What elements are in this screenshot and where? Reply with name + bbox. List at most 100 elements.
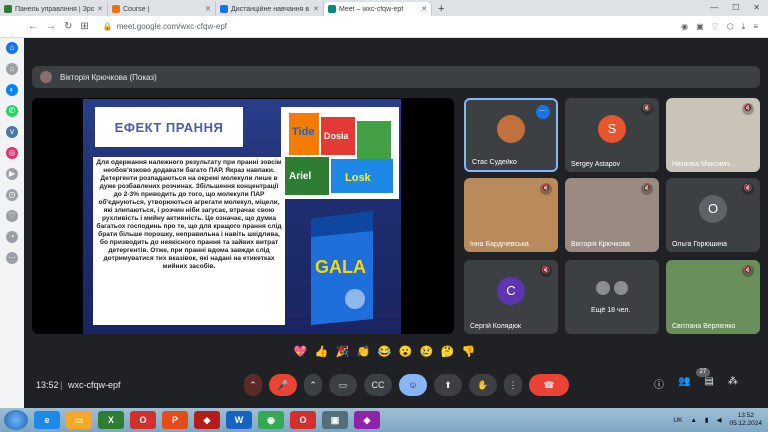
side-controls: ⓘ 👥 ▤ ⁂ <box>654 376 738 391</box>
participant-name: Стас Судейко <box>472 159 517 166</box>
minimize-icon[interactable]: — <box>710 0 718 16</box>
tray-clock[interactable]: 13:52 05.12.2024 <box>729 412 762 428</box>
participant-tile[interactable]: О 🔇 Ольга Горюшина <box>666 178 760 252</box>
participant-tile[interactable]: 🔇 Світлана Верлієнко <box>666 260 760 334</box>
tab-title: Панель управління | Зро <box>15 5 95 13</box>
mic-off-button[interactable]: 🎤 <box>269 374 297 396</box>
people-icon[interactable]: 👥 <box>678 376 690 391</box>
app-icon[interactable]: ◆ <box>194 411 220 429</box>
reaction-thumbs-up[interactable]: 👍 <box>313 345 330 358</box>
chat-icon[interactable]: ▤ <box>704 376 713 391</box>
reaction-thinking[interactable]: 🤔 <box>439 345 456 358</box>
volume-icon[interactable]: ◀ <box>716 416 721 424</box>
back-icon[interactable]: ← <box>28 21 38 32</box>
home-icon[interactable]: ⌂ <box>6 42 18 54</box>
more-icon[interactable]: ⋯ <box>6 252 18 264</box>
participant-tile[interactable]: С 🔇 Сергій Колядюк <box>464 260 558 334</box>
start-button[interactable] <box>4 410 28 430</box>
tab-meet[interactable]: Meet – wxc-cfqw-epf ✕ <box>324 2 432 16</box>
call-controls: ⌃ 🎤 ⌃ ▭ CC ☺ ⬆ ✋ ⋮ ☎ <box>244 374 569 396</box>
presenter-name: Вікторія Крючкова (Показ) <box>60 72 157 82</box>
emoji-button[interactable]: ☺ <box>399 374 427 396</box>
raise-hand-button[interactable]: ✋ <box>469 374 497 396</box>
tray-arrow-icon[interactable]: ▲ <box>690 417 696 424</box>
close-icon[interactable]: ✕ <box>421 5 427 13</box>
camera-icon[interactable]: ◉ <box>681 22 688 32</box>
reaction-sad[interactable]: 😢 <box>418 345 435 358</box>
extension-icon[interactable]: ⬡ <box>727 22 734 32</box>
vk-icon[interactable]: v <box>6 126 18 138</box>
tab-course[interactable]: Course | ✕ <box>108 2 216 16</box>
more-options-icon[interactable]: ⋯ <box>536 105 550 119</box>
tray-time: 13:52 <box>737 412 754 419</box>
participant-tile[interactable]: 🔇 Наталка Максимч... <box>666 98 760 172</box>
explorer-icon[interactable]: ▭ <box>66 411 92 429</box>
reaction-party[interactable]: 🎉 <box>334 345 351 358</box>
info-icon[interactable]: ⓘ <box>654 376 664 391</box>
opera-active-icon[interactable]: O <box>290 411 316 429</box>
bookmarks-icon[interactable]: ♡ <box>6 210 18 222</box>
messenger-icon[interactable]: ◐ <box>6 84 18 96</box>
history-icon[interactable]: ◷ <box>6 189 18 201</box>
tab-favicon-icon <box>4 5 12 13</box>
close-icon[interactable]: ✕ <box>313 5 319 13</box>
camera-button[interactable]: ▭ <box>329 374 357 396</box>
avatar: С <box>497 277 525 306</box>
participant-tile[interactable]: S 🔇 Sergey Astapov <box>565 98 659 172</box>
excel-icon[interactable]: X <box>98 411 124 429</box>
heart-icon[interactable]: ♡ <box>712 22 719 32</box>
tab-distance-learning[interactable]: Дистанційне навчання в ✕ <box>216 2 324 16</box>
speed-dial-icon[interactable]: ⌂ <box>6 63 18 75</box>
address-actions: ◉ ▣ ♡ ⬡ ⤓ ≡ <box>681 22 768 32</box>
participant-tile[interactable]: 🔇 Інна Бардічевська <box>464 178 558 252</box>
mic-off-icon: 🔇 <box>540 183 552 195</box>
forward-icon[interactable]: → <box>46 21 56 32</box>
tray-date: 05.12.2024 <box>729 420 762 427</box>
maximize-icon[interactable]: ☐ <box>732 0 739 16</box>
close-icon[interactable]: ✕ <box>97 5 103 13</box>
app-icon[interactable]: ◈ <box>354 411 380 429</box>
tab-panel[interactable]: Панель управління | Зро ✕ <box>0 2 108 16</box>
mic-options-icon[interactable]: ⌃ <box>244 374 262 396</box>
present-button[interactable]: ⬆ <box>434 374 462 396</box>
participant-tile[interactable]: ⋯ Стас Судейко <box>464 98 558 172</box>
screenshot-icon[interactable]: ▣ <box>696 22 704 32</box>
instagram-icon[interactable]: ◎ <box>6 147 18 159</box>
network-icon[interactable]: ▮ <box>705 416 709 424</box>
participant-name: Ещё 18 чел. <box>591 307 631 314</box>
close-icon[interactable]: ✕ <box>205 5 211 13</box>
whatsapp-icon[interactable]: ✆ <box>6 105 18 117</box>
settings-icon[interactable]: ≡ <box>753 22 758 32</box>
browser-tabbar: Панель управління | Зро ✕ Course | ✕ Диста… <box>0 0 768 16</box>
language-indicator[interactable]: UK <box>673 417 682 424</box>
more-participants-tile[interactable]: Ещё 18 чел. <box>565 260 659 334</box>
app-icon[interactable]: ▣ <box>322 411 348 429</box>
reaction-clap[interactable]: 👏 <box>355 345 372 358</box>
powerpoint-icon[interactable]: P <box>162 411 188 429</box>
reload-icon[interactable]: ↻ <box>64 21 72 32</box>
url-field[interactable]: 🔒 meet.google.com/wxc-cfqw-epf <box>103 22 227 31</box>
reaction-thumbs-down[interactable]: 👎 <box>460 345 477 358</box>
leave-call-button[interactable]: ☎ <box>529 374 569 396</box>
reaction-laugh[interactable]: 😂 <box>376 345 393 358</box>
new-tab-button[interactable]: + <box>432 2 450 16</box>
tabs-grid-icon[interactable]: ⊞ <box>80 21 88 32</box>
ie-icon[interactable]: e <box>34 411 60 429</box>
close-window-icon[interactable]: ✕ <box>753 0 760 16</box>
captions-button[interactable]: CC <box>364 374 392 396</box>
opera-icon[interactable]: O <box>130 411 156 429</box>
chrome-icon[interactable]: ◉ <box>258 411 284 429</box>
participant-name: Наталка Максимч... <box>672 161 736 168</box>
word-icon[interactable]: W <box>226 411 252 429</box>
player-icon[interactable]: ▶ <box>6 168 18 180</box>
reaction-surprised[interactable]: 😮 <box>397 345 414 358</box>
more-options-button[interactable]: ⋮ <box>504 374 522 396</box>
detergent-boxes-image: Tide Dosia Ariel Losk <box>281 107 399 199</box>
participant-tile[interactable]: 🔇 Вікторія Крючкова <box>565 178 659 252</box>
activities-icon[interactable]: ⁂ <box>728 376 738 391</box>
reaction-heart[interactable]: 💖 <box>292 345 309 358</box>
clock-icon[interactable]: ◔ <box>6 231 18 243</box>
camera-options-icon[interactable]: ⌃ <box>304 374 322 396</box>
url-text: meet.google.com/wxc-cfqw-epf <box>116 22 228 31</box>
download-icon[interactable]: ⤓ <box>742 22 746 32</box>
